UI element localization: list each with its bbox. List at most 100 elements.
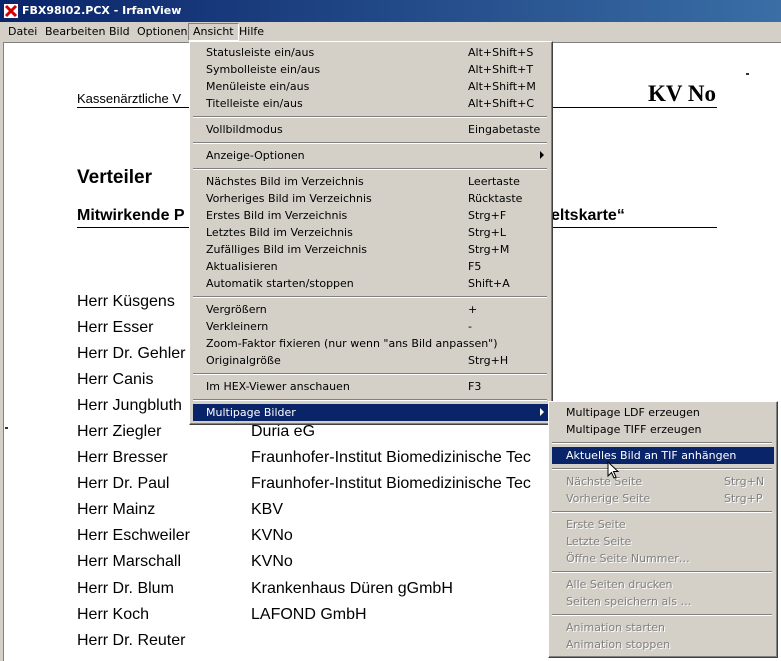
- menu-item-label: Erste Seite: [566, 518, 626, 531]
- menu-item-multipage-bilder[interactable]: Multipage Bilder: [193, 404, 549, 421]
- menu-item-label: Anzeige-Optionen: [206, 149, 305, 162]
- menu-item-aktualisieren[interactable]: Aktualisieren F5: [193, 258, 547, 275]
- menu-separator: [552, 442, 772, 444]
- menu-item-label: Vorheriges Bild im Verzeichnis: [206, 192, 372, 205]
- menu-item-label: Zufälliges Bild im Verzeichnis: [206, 243, 368, 256]
- menu-item-anzeige-optionen[interactable]: Anzeige-Optionen: [193, 147, 547, 164]
- menu-item-vollbildmodus[interactable]: Vollbildmodus Eingabetaste: [193, 121, 547, 138]
- menu-item-label: Erstes Bild im Verzeichnis: [206, 209, 348, 222]
- doc-person-org: LAFOND GmbH: [251, 606, 367, 623]
- menu-optionen[interactable]: Optionen: [133, 24, 191, 40]
- menu-item-automatik[interactable]: Automatik starten/stoppen Shift+A: [193, 275, 547, 292]
- menu-item-label: Alle Seiten drucken: [566, 578, 673, 591]
- menu-item-originalgroesse[interactable]: Originalgröße Strg+H: [193, 352, 547, 369]
- doc-person-org: KBV: [251, 501, 284, 518]
- menu-item-label: Letztes Bild im Verzeichnis: [206, 226, 353, 239]
- menu-item-zoom-fixieren[interactable]: Zoom-Faktor fixieren (nur wenn "ans Bild…: [193, 335, 547, 352]
- menu-item-shortcut: -: [468, 320, 472, 333]
- menu-item-hex-viewer[interactable]: Im HEX-Viewer anschauen F3: [193, 378, 547, 395]
- submenu-item-oeffne-seite[interactable]: Öffne Seite Nummer…: [552, 550, 772, 567]
- submenu-item-erste-seite[interactable]: Erste Seite: [552, 516, 772, 533]
- menu-item-shortcut: Alt+Shift+T: [468, 63, 534, 76]
- submenu-item-animation-stoppen[interactable]: Animation stoppen: [552, 636, 772, 653]
- menu-item-erstes-bild[interactable]: Erstes Bild im Verzeichnis Strg+F: [193, 207, 547, 224]
- scan-speck: [5, 427, 8, 429]
- doc-person-name: Herr Koch: [77, 606, 150, 623]
- mouse-cursor-icon: [607, 461, 620, 479]
- menu-item-shortcut: Rücktaste: [468, 192, 523, 205]
- menu-separator: [552, 511, 772, 513]
- menu-bild[interactable]: Bild: [105, 24, 134, 40]
- menu-item-label: Menüleiste ein/aus: [206, 80, 310, 93]
- menu-bearbeiten[interactable]: Bearbeiten: [41, 24, 109, 40]
- menu-item-label: Symbolleiste ein/aus: [206, 63, 321, 76]
- doc-person-org: Duria eG: [251, 423, 316, 440]
- menu-item-label: Vorherige Seite: [566, 492, 651, 505]
- doc-person-name: Herr Ziegler: [77, 423, 162, 440]
- submenu-item-vorherige-seite[interactable]: Vorherige Seite Strg+P: [552, 490, 772, 507]
- submenu-item-ldf-erzeugen[interactable]: Multipage LDF erzeugen: [552, 404, 772, 421]
- doc-person-name: Herr Jungbluth: [77, 397, 182, 414]
- menu-item-shortcut: Shift+A: [468, 277, 510, 290]
- submenu-item-alle-drucken[interactable]: Alle Seiten drucken: [552, 576, 772, 593]
- menu-item-titelleiste[interactable]: Titelleiste ein/aus Alt+Shift+C: [193, 95, 547, 112]
- menu-item-shortcut: Strg+P: [724, 492, 763, 505]
- menu-separator: [193, 296, 547, 298]
- menu-item-verkleinern[interactable]: Verkleinern -: [193, 318, 547, 335]
- menu-item-label: Letzte Seite: [566, 535, 632, 548]
- window-title: FBX98I02.PCX - IrfanView: [22, 4, 182, 17]
- doc-header-right: KV No: [648, 81, 716, 106]
- menu-item-label: Seiten speichern als …: [566, 595, 692, 608]
- menu-item-shortcut: F3: [468, 380, 482, 393]
- irfanview-app-icon: [4, 4, 18, 18]
- menu-item-shortcut: Strg+F: [468, 209, 507, 222]
- menu-item-label: Nächste Seite: [566, 475, 643, 488]
- menu-item-label: Öffne Seite Nummer…: [566, 552, 690, 565]
- multipage-submenu: Multipage LDF erzeugen Multipage TIFF er…: [548, 401, 778, 658]
- doc-person-name: Herr Küsgens: [77, 293, 175, 310]
- menu-item-label: Vollbildmodus: [206, 123, 283, 136]
- menu-datei[interactable]: Datei: [4, 24, 41, 40]
- menu-item-symbolleiste[interactable]: Symbolleiste ein/aus Alt+Shift+T: [193, 61, 547, 78]
- submenu-arrow-icon: [540, 408, 544, 416]
- doc-person-name: Herr Dr. Paul: [77, 475, 170, 492]
- doc-person-name: Herr Mainz: [77, 501, 156, 518]
- submenu-item-animation-starten[interactable]: Animation starten: [552, 619, 772, 636]
- doc-person-org: Krankenhaus Düren gGmbH: [251, 580, 453, 597]
- submenu-item-bild-an-tif-anhaengen[interactable]: Aktuelles Bild an TIF anhängen: [552, 447, 774, 464]
- ansicht-menu: Statusleiste ein/aus Alt+Shift+S Symbolle…: [189, 41, 553, 425]
- menu-item-vergroessern[interactable]: Vergrößern +: [193, 301, 547, 318]
- menu-item-zufaelliges-bild[interactable]: Zufälliges Bild im Verzeichnis Strg+M: [193, 241, 547, 258]
- menu-hilfe[interactable]: Hilfe: [235, 24, 268, 40]
- menu-item-shortcut: Alt+Shift+S: [468, 46, 534, 59]
- submenu-item-naechste-seite[interactable]: Nächste Seite Strg+N: [552, 473, 772, 490]
- menu-item-letztes-bild[interactable]: Letztes Bild im Verzeichnis Strg+L: [193, 224, 547, 241]
- menu-item-label: Multipage LDF erzeugen: [566, 406, 700, 419]
- menu-item-label: Animation starten: [566, 621, 665, 634]
- doc-person-name: Herr Dr. Gehler: [77, 345, 186, 362]
- doc-person-name: Herr Eschweiler: [77, 527, 190, 544]
- menu-ansicht[interactable]: Ansicht: [188, 23, 239, 41]
- doc-person-name: Herr Dr. Blum: [77, 580, 174, 597]
- menu-item-label: Multipage Bilder: [206, 406, 296, 419]
- menu-separator: [193, 168, 547, 170]
- submenu-item-letzte-seite[interactable]: Letzte Seite: [552, 533, 772, 550]
- submenu-item-tiff-erzeugen[interactable]: Multipage TIFF erzeugen: [552, 421, 772, 438]
- doc-subheading-right: eltskarte“: [551, 207, 625, 224]
- menu-item-label: Verkleinern: [206, 320, 269, 333]
- menu-item-vorheriges-bild[interactable]: Vorheriges Bild im Verzeichnis Rücktaste: [193, 190, 547, 207]
- menu-item-menueleiste[interactable]: Menüleiste ein/aus Alt+Shift+M: [193, 78, 547, 95]
- doc-person-name: Herr Bresser: [77, 449, 168, 466]
- menu-item-label: Multipage TIFF erzeugen: [566, 423, 702, 436]
- menu-item-label: Vergrößern: [206, 303, 267, 316]
- menu-item-label: Aktuelles Bild an TIF anhängen: [566, 449, 737, 462]
- menu-item-statusleiste[interactable]: Statusleiste ein/aus Alt+Shift+S: [193, 44, 547, 61]
- title-bar: FBX98I02.PCX - IrfanView: [0, 0, 781, 22]
- menu-item-shortcut: Strg+L: [468, 226, 506, 239]
- menu-item-shortcut: +: [468, 303, 478, 316]
- menu-item-shortcut: Strg+M: [468, 243, 510, 256]
- submenu-item-seiten-speichern[interactable]: Seiten speichern als …: [552, 593, 772, 610]
- menu-item-label: Statusleiste ein/aus: [206, 46, 315, 59]
- menu-item-naechstes-bild[interactable]: Nächstes Bild im Verzeichnis Leertaste: [193, 173, 547, 190]
- menu-item-label: Zoom-Faktor fixieren (nur wenn "ans Bild…: [206, 337, 498, 350]
